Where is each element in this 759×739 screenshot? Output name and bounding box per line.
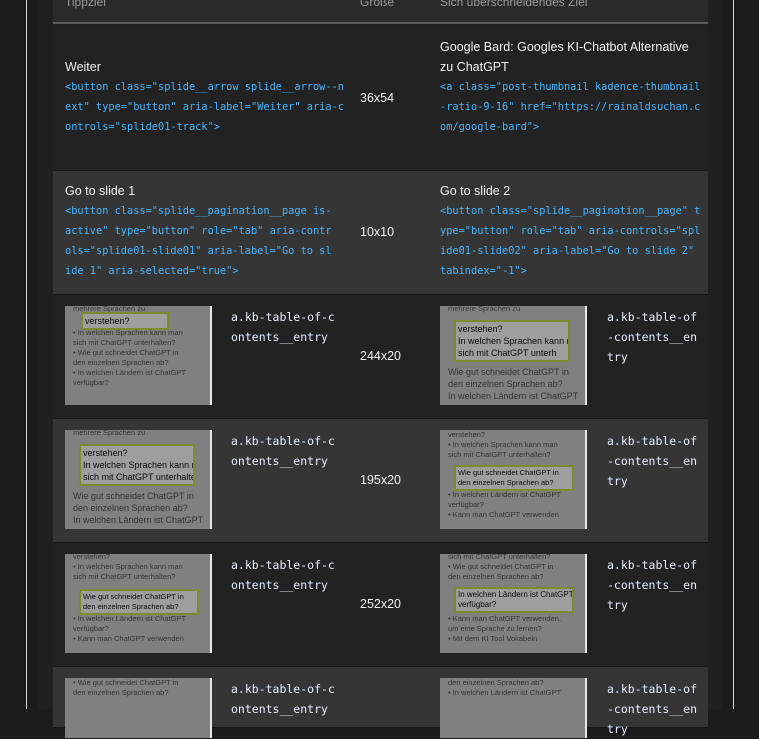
table-row: Weiter <button class="splide__arrow spli… [53, 26, 708, 171]
tap-target-selector: a.kb-table-of-contents__entry [231, 310, 335, 344]
table-row: mehrere Sprachen zu verstehen? • In welc… [53, 295, 708, 419]
tap-target-size: 195x20 [360, 473, 402, 487]
tap-target-selector: a.kb-table-of-contents__entry [231, 682, 335, 716]
tap-target-title: Go to slide 1 [65, 184, 136, 198]
tap-target-screenshot: mehrere Sprachen zu verstehen? • In welc… [65, 306, 212, 405]
table-header: Tippziel Größe Sich überschneidendes Zie… [53, 0, 708, 24]
overlap-target-selector: a.kb-table-of-contents__entry [607, 434, 698, 488]
overlap-target-screenshot: den einzelnen Sprachen ab? • In welchen … [440, 678, 587, 738]
tap-target-cell: Weiter <button class="splide__arrow spli… [65, 57, 345, 137]
table-row: mehrere Sprachen zu verstehen? In welche… [53, 419, 708, 543]
tap-target-screenshot: mehrere Sprachen zu verstehen? In welche… [65, 430, 212, 529]
overlap-target-selector: a.kb-table-of-contents__entry [607, 682, 698, 736]
tap-target-screenshot: verstehen? • In welchen Sprachen kann ma… [65, 554, 212, 653]
overlap-target-code: <button class="splide__pagination__page"… [440, 205, 701, 277]
table-row: verstehen? • In welchen Sprachen kann ma… [53, 543, 708, 667]
tap-target-code: <button class="splide__pagination__page … [65, 205, 332, 277]
tap-target-screenshot: • Wie gut schneidet ChatGPT in den einze… [65, 678, 212, 738]
tap-target-selector: a.kb-table-of-contents__entry [231, 558, 335, 592]
tap-target-cell: Go to slide 1 <button class="splide__pag… [65, 181, 335, 281]
overlap-target-selector: a.kb-table-of-contents__entry [607, 558, 698, 612]
overlap-target-code: <a class="post-thumbnail kadence-thumbna… [440, 81, 701, 133]
tap-target-size: 36x54 [360, 91, 395, 105]
tap-target-selector: a.kb-table-of-contents__entry [231, 434, 335, 468]
overlap-target-cell: Google Bard: Googles KI-Chatbot Alternat… [440, 37, 702, 137]
tap-target-title: Weiter [65, 60, 101, 74]
header-overlapping-target: Sich überschneidendes Ziel [440, 0, 588, 9]
overlap-target-screenshot: sich mit ChatGPT unterhalten? • Wie gut … [440, 554, 587, 653]
overlap-target-selector: a.kb-table-of-contents__entry [607, 310, 698, 364]
tap-target-code: <button class="splide__arrow splide__arr… [65, 81, 344, 133]
tap-target-size: 252x20 [360, 597, 402, 611]
tap-target-size: 10x10 [360, 225, 395, 239]
overlap-target-screenshot: mehrere Sprachen zu verstehen? In welche… [440, 306, 587, 405]
page-border-right [733, 0, 734, 709]
table-row: Go to slide 1 <button class="splide__pag… [53, 171, 708, 295]
header-size: Größe [360, 0, 395, 9]
overlap-target-cell: Go to slide 2 <button class="splide__pag… [440, 181, 702, 281]
header-tap-target: Tippziel [65, 0, 106, 9]
overlap-target-screenshot: verstehen? • In welchen Sprachen kann ma… [440, 430, 587, 529]
tap-target-size: 244x20 [360, 349, 402, 363]
table-row: • Wie gut schneidet ChatGPT in den einze… [53, 667, 708, 738]
results-panel: Tippziel Größe Sich überschneidendes Zie… [37, 0, 723, 738]
page-border-left [26, 0, 27, 709]
overlap-target-title: Google Bard: Googles KI-Chatbot Alternat… [440, 40, 689, 74]
overlap-target-title: Go to slide 2 [440, 184, 511, 198]
